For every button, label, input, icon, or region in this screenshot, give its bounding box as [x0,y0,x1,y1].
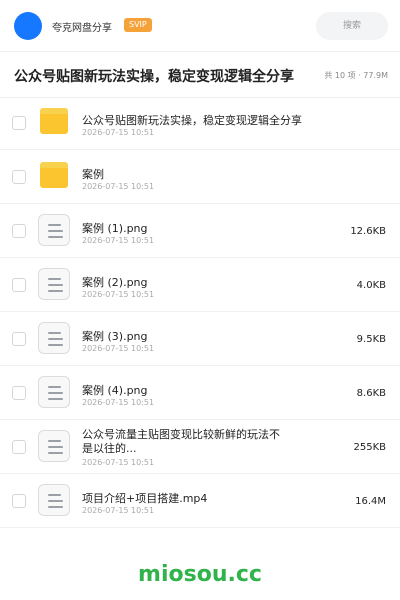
item-size: 255KB [353,442,386,453]
share-meta: 共 10 项 · 77.9M [324,71,388,80]
file-icon [38,214,70,246]
folder-icon [40,108,68,134]
item-checkbox[interactable] [12,494,26,508]
item-checkbox[interactable] [12,224,26,238]
item-date: 2026-07-15 10:51 [82,182,155,191]
list-item[interactable]: 公众号流量主贴图变现比较新鲜的玩法不是以往的... 2026-07-15 10:… [0,420,400,474]
share-title-bar: 公众号贴图新玩法实操，稳定变现逻辑全分享 共 10 项 · 77.9M [0,52,400,98]
item-date: 2026-07-15 10:51 [82,128,155,137]
file-icon [38,376,70,408]
item-name: 项目介绍+项目搭建.mp4 [82,492,208,505]
list-item[interactable]: 案例 (3).png 2026-07-15 10:51 9.5KB [0,312,400,366]
item-checkbox[interactable] [12,278,26,292]
folder-icon [40,162,68,188]
list-item[interactable]: 案例 2026-07-15 10:51 [0,150,400,204]
page-title: 公众号贴图新玩法实操，稳定变现逻辑全分享 [14,69,294,85]
file-icon [38,268,70,300]
list-item[interactable]: 案例 (4).png 2026-07-15 10:51 8.6KB [0,366,400,420]
item-date: 2026-07-15 10:51 [82,290,155,299]
item-size: 9.5KB [356,334,386,345]
item-checkbox[interactable] [12,440,26,454]
svip-badge: SVIP [124,18,152,32]
item-size: 8.6KB [356,388,386,399]
list-item[interactable]: 公众号贴图新玩法实操，稳定变现逻辑全分享 2026-07-15 10:51 [0,96,400,150]
list-item[interactable]: 案例 (1).png 2026-07-15 10:51 12.6KB [0,204,400,258]
item-date: 2026-07-15 10:51 [82,344,155,353]
item-checkbox[interactable] [12,386,26,400]
file-icon [38,484,70,516]
item-checkbox[interactable] [12,170,26,184]
item-name: 案例 (4).png [82,384,148,397]
item-date: 2026-07-15 10:51 [82,458,155,467]
item-date: 2026-07-15 10:51 [82,236,155,245]
item-size: 16.4M [355,496,386,507]
search-input[interactable]: 搜索 [316,12,388,40]
list-item[interactable]: 项目介绍+项目搭建.mp4 2026-07-15 10:51 16.4M [0,474,400,528]
item-name: 公众号贴图新玩法实操，稳定变现逻辑全分享 [82,114,302,127]
file-icon [38,322,70,354]
avatar[interactable] [14,12,42,40]
list-item[interactable]: 案例 (2).png 2026-07-15 10:51 4.0KB [0,258,400,312]
item-size: 12.6KB [350,226,386,237]
file-icon [38,430,70,462]
item-checkbox[interactable] [12,332,26,346]
item-date: 2026-07-15 10:51 [82,398,155,407]
user-name: 夸克网盘分享 [52,23,112,34]
item-name: 案例 [82,168,104,181]
item-name: 公众号流量主贴图变现比较新鲜的玩法不是以往的... [82,428,280,455]
item-name: 案例 (3).png [82,330,148,343]
item-size: 4.0KB [356,280,386,291]
item-checkbox[interactable] [12,116,26,130]
file-list: 公众号贴图新玩法实操，稳定变现逻辑全分享 2026-07-15 10:51 案例… [0,96,400,528]
watermark: miosou.cc [138,562,262,587]
item-name: 案例 (1).png [82,222,148,235]
item-name: 案例 (2).png [82,276,148,289]
header-bar: 夸克网盘分享 SVIP 搜索 [0,0,400,52]
item-date: 2026-07-15 10:51 [82,506,155,515]
